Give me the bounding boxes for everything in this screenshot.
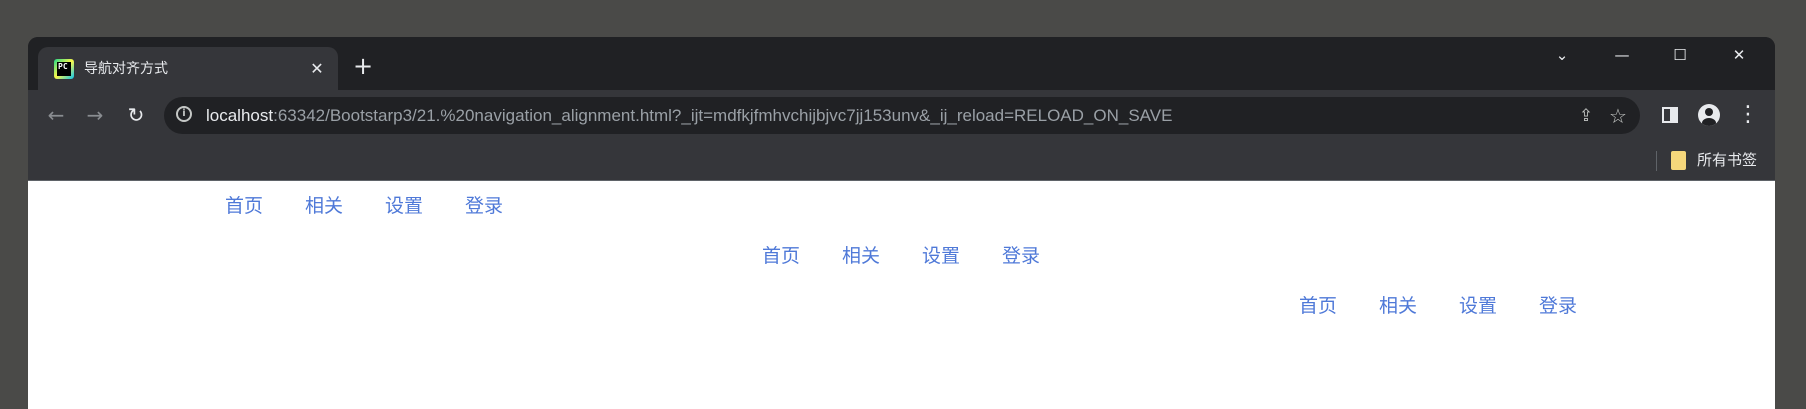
favicon-text: PC [57,62,71,76]
bookmarks-separator [1656,151,1657,171]
url-host: localhost [206,106,274,125]
nav-link-home[interactable]: 首页 [762,241,842,271]
tab-search-icon[interactable]: ⌄ [1534,37,1590,73]
bookmarks-bar: 所有书签 [28,140,1775,181]
url-path: :63342/Bootstarp3/21.%20navigation_align… [273,106,1173,125]
menu-kebab-icon[interactable]: ⋮ [1733,100,1763,130]
nav-link-login[interactable]: 登录 [1539,291,1619,321]
nav-link-login[interactable]: 登录 [1002,241,1082,271]
tab-title: 导航对齐方式 [84,61,168,77]
bookmark-star-icon[interactable]: ☆ [1606,104,1630,128]
share-icon[interactable]: ⇪ [1574,104,1598,128]
nav-link-related[interactable]: 相关 [1379,291,1459,321]
nav-link-related[interactable]: 相关 [842,241,922,271]
url-text[interactable]: localhost:63342/Bootstarp3/21.%20navigat… [206,105,1172,126]
nav-link-login[interactable]: 登录 [465,191,545,221]
tab-close-icon[interactable]: ✕ [306,58,328,80]
new-tab-icon[interactable]: + [349,53,377,81]
nav-left-aligned: 首页 相关 设置 登录 [225,191,545,221]
nav-link-home[interactable]: 首页 [1299,291,1379,321]
site-info-icon[interactable]: i [176,106,192,122]
nav-link-settings[interactable]: 设置 [922,241,1002,271]
avatar [1698,104,1720,126]
address-bar[interactable]: i localhost:63342/Bootstarp3/21.%20navig… [164,97,1640,134]
pycharm-favicon-icon: PC [54,59,74,79]
nav-link-settings[interactable]: 设置 [1459,291,1539,321]
all-bookmarks-button[interactable]: 所有书签 [1697,150,1757,171]
tab-active[interactable]: PC 导航对齐方式 ✕ [38,47,338,90]
back-icon[interactable]: ← [41,100,71,130]
forward-icon[interactable]: → [80,100,110,130]
bookmark-folder-icon[interactable] [1671,151,1686,170]
browser-window: PC 导航对齐方式 ✕ + ⌄ — ☐ ✕ ← → ↻ i localhost:… [28,37,1775,409]
nav-link-home[interactable]: 首页 [225,191,305,221]
nav-right-aligned: 首页 相关 设置 登录 [1299,291,1619,321]
maximize-icon[interactable]: ☐ [1652,37,1708,73]
minimize-icon[interactable]: — [1594,37,1650,73]
nav-link-related[interactable]: 相关 [305,191,385,221]
side-panel-icon[interactable] [1655,100,1685,130]
profile-avatar-icon[interactable] [1694,100,1724,130]
reload-icon[interactable]: ↻ [121,100,151,130]
browser-toolbar: ← → ↻ i localhost:63342/Bootstarp3/21.%2… [28,90,1775,140]
side-panel-glyph [1662,107,1678,123]
nav-link-settings[interactable]: 设置 [385,191,465,221]
close-window-icon[interactable]: ✕ [1711,37,1767,73]
page-content: 首页 相关 设置 登录 首页 相关 设置 登录 首页 相关 设置 登录 [28,181,1775,409]
tab-strip: PC 导航对齐方式 ✕ + ⌄ — ☐ ✕ [28,37,1775,90]
nav-center-aligned: 首页 相关 设置 登录 [762,241,1082,271]
